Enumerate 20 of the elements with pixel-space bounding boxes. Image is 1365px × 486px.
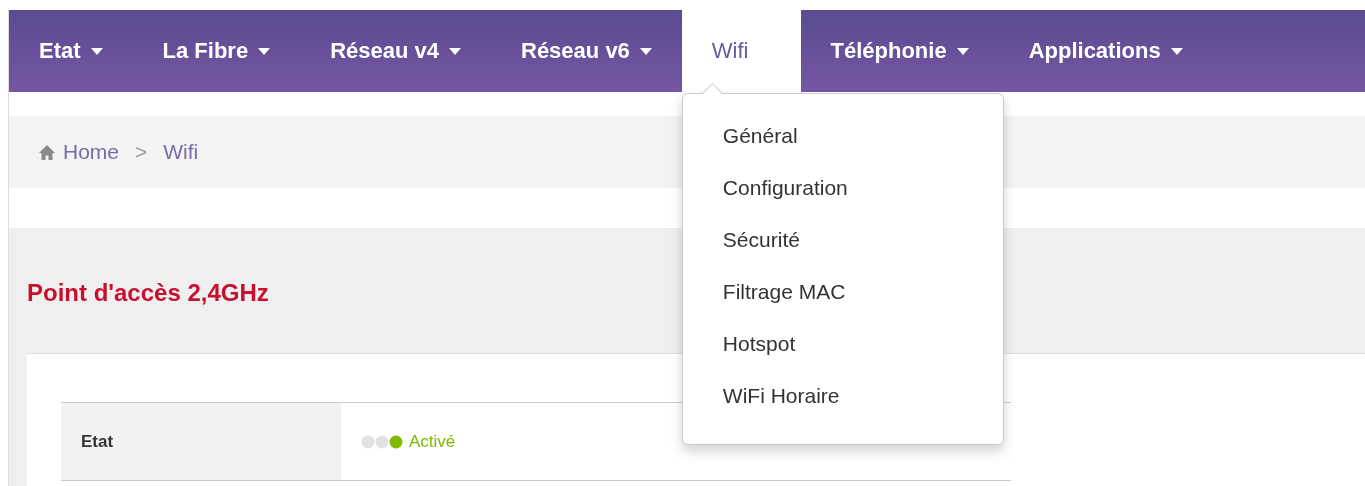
breadcrumb-link[interactable]: Home [63, 140, 120, 164]
breadcrumb-separator: > [135, 140, 148, 164]
nav-tab[interactable]: La Fibre [132, 10, 301, 92]
home-icon [39, 144, 55, 160]
nav-tab[interactable]: Téléphonie [800, 10, 999, 92]
menu-item[interactable]: Hotspot [682, 318, 1003, 370]
section-title: Point d'accès 2,4GHz [27, 278, 269, 308]
menu-item[interactable]: WiFi Horaire [682, 370, 1003, 422]
nav-tab[interactable]: Etat [9, 10, 133, 92]
breadcrumb-current: Wifi [163, 140, 199, 164]
nav-tab[interactable]: Applications [998, 10, 1213, 92]
menu-item[interactable]: Configuration [682, 162, 1003, 214]
row-label: Etat [61, 403, 341, 480]
status-value: Activé [409, 431, 456, 452]
menu-item[interactable]: Sécurité [682, 214, 1003, 266]
menu-item[interactable]: Filtrage MAC [682, 266, 1003, 318]
nav-tab[interactable]: Réseau v6 [491, 10, 682, 92]
nav-tab[interactable]: Wifi [681, 10, 801, 92]
nav-tab[interactable]: Réseau v4 [300, 10, 491, 92]
menu-item[interactable]: Général [682, 110, 1003, 162]
